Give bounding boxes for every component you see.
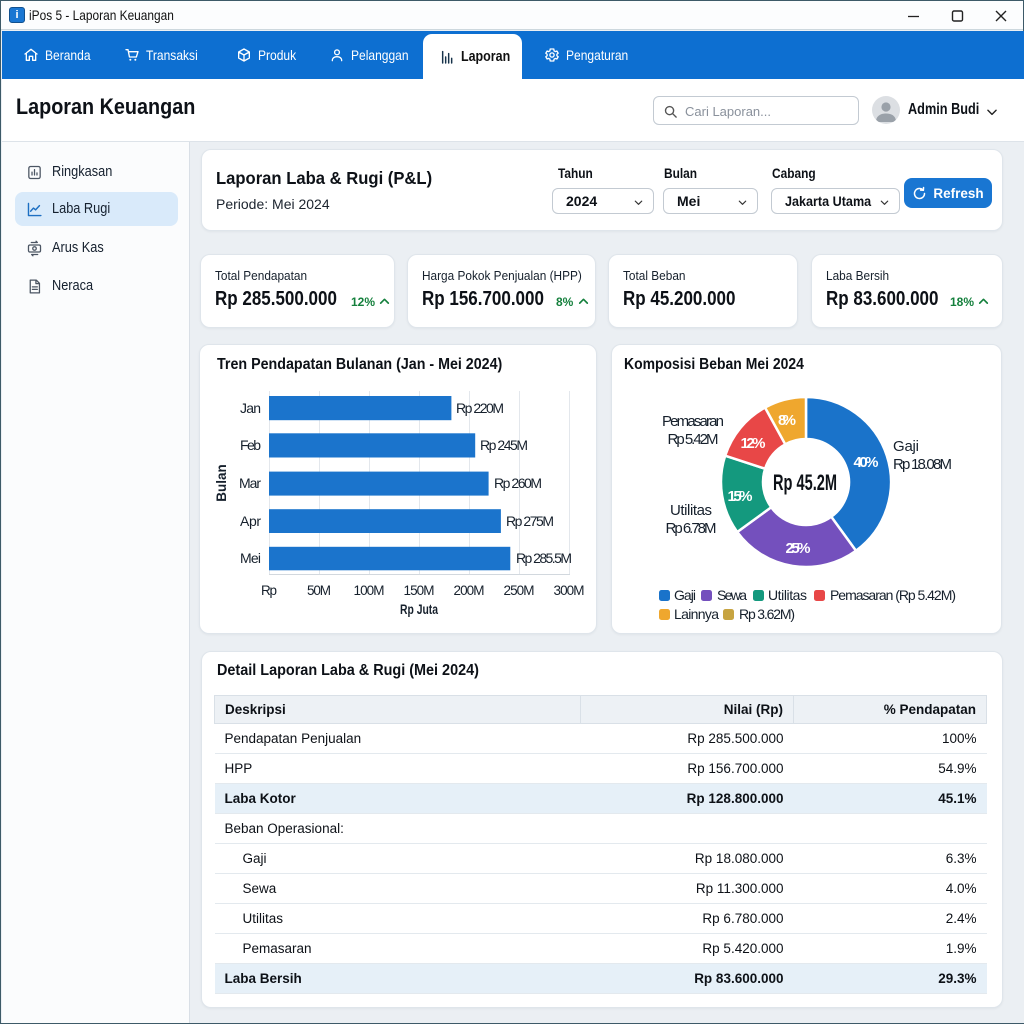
svg-text:12%: 12% xyxy=(741,435,766,452)
svg-text:Rp 45.2M: Rp 45.2M xyxy=(773,470,837,495)
svg-text:Pemasaran: Pemasaran xyxy=(662,413,724,430)
svg-text:Rp 285.5M: Rp 285.5M xyxy=(516,550,572,566)
svg-text:Apr: Apr xyxy=(240,513,261,529)
svg-text:Rp 275M: Rp 275M xyxy=(506,513,554,529)
svg-text:Mar: Mar xyxy=(239,475,261,491)
svg-text:Utilitas: Utilitas xyxy=(768,587,807,603)
svg-text:100M: 100M xyxy=(354,583,385,598)
svg-text:Rp Juta: Rp Juta xyxy=(400,602,438,617)
svg-text:Bulan: Bulan xyxy=(214,464,229,502)
svg-text:Rp 3.62M): Rp 3.62M) xyxy=(739,606,795,622)
svg-text:50M: 50M xyxy=(307,583,331,598)
svg-text:Rp 245M: Rp 245M xyxy=(480,437,528,453)
svg-text:250M: 250M xyxy=(504,583,535,598)
svg-text:Sewa: Sewa xyxy=(717,587,747,603)
svg-text:Lainnya: Lainnya xyxy=(674,606,719,622)
svg-text:Feb: Feb xyxy=(240,437,261,453)
svg-text:Rp 18.08M: Rp 18.08M xyxy=(893,456,952,473)
svg-text:150M: 150M xyxy=(404,583,435,598)
svg-text:200M: 200M xyxy=(454,583,485,598)
svg-text:Rp 6.78M: Rp 6.78M xyxy=(666,520,717,537)
svg-text:Gaji: Gaji xyxy=(674,587,696,603)
svg-text:Gaji: Gaji xyxy=(893,438,919,455)
svg-text:Mei: Mei xyxy=(240,550,261,566)
svg-text:15%: 15% xyxy=(728,488,753,505)
svg-text:40%: 40% xyxy=(854,454,879,471)
svg-text:Rp 220M: Rp 220M xyxy=(456,400,504,416)
svg-text:Rp: Rp xyxy=(261,583,277,598)
svg-text:Pemasaran (Rp 5.42M): Pemasaran (Rp 5.42M) xyxy=(830,587,956,603)
svg-text:Rp 260M: Rp 260M xyxy=(494,475,542,491)
svg-text:Jan: Jan xyxy=(240,400,261,416)
svg-text:300M: 300M xyxy=(554,583,585,598)
svg-text:8%: 8% xyxy=(778,412,796,429)
svg-text:25%: 25% xyxy=(786,540,811,557)
svg-text:Rp 5.42M: Rp 5.42M xyxy=(668,431,719,448)
svg-text:Utilitas: Utilitas xyxy=(670,502,712,519)
